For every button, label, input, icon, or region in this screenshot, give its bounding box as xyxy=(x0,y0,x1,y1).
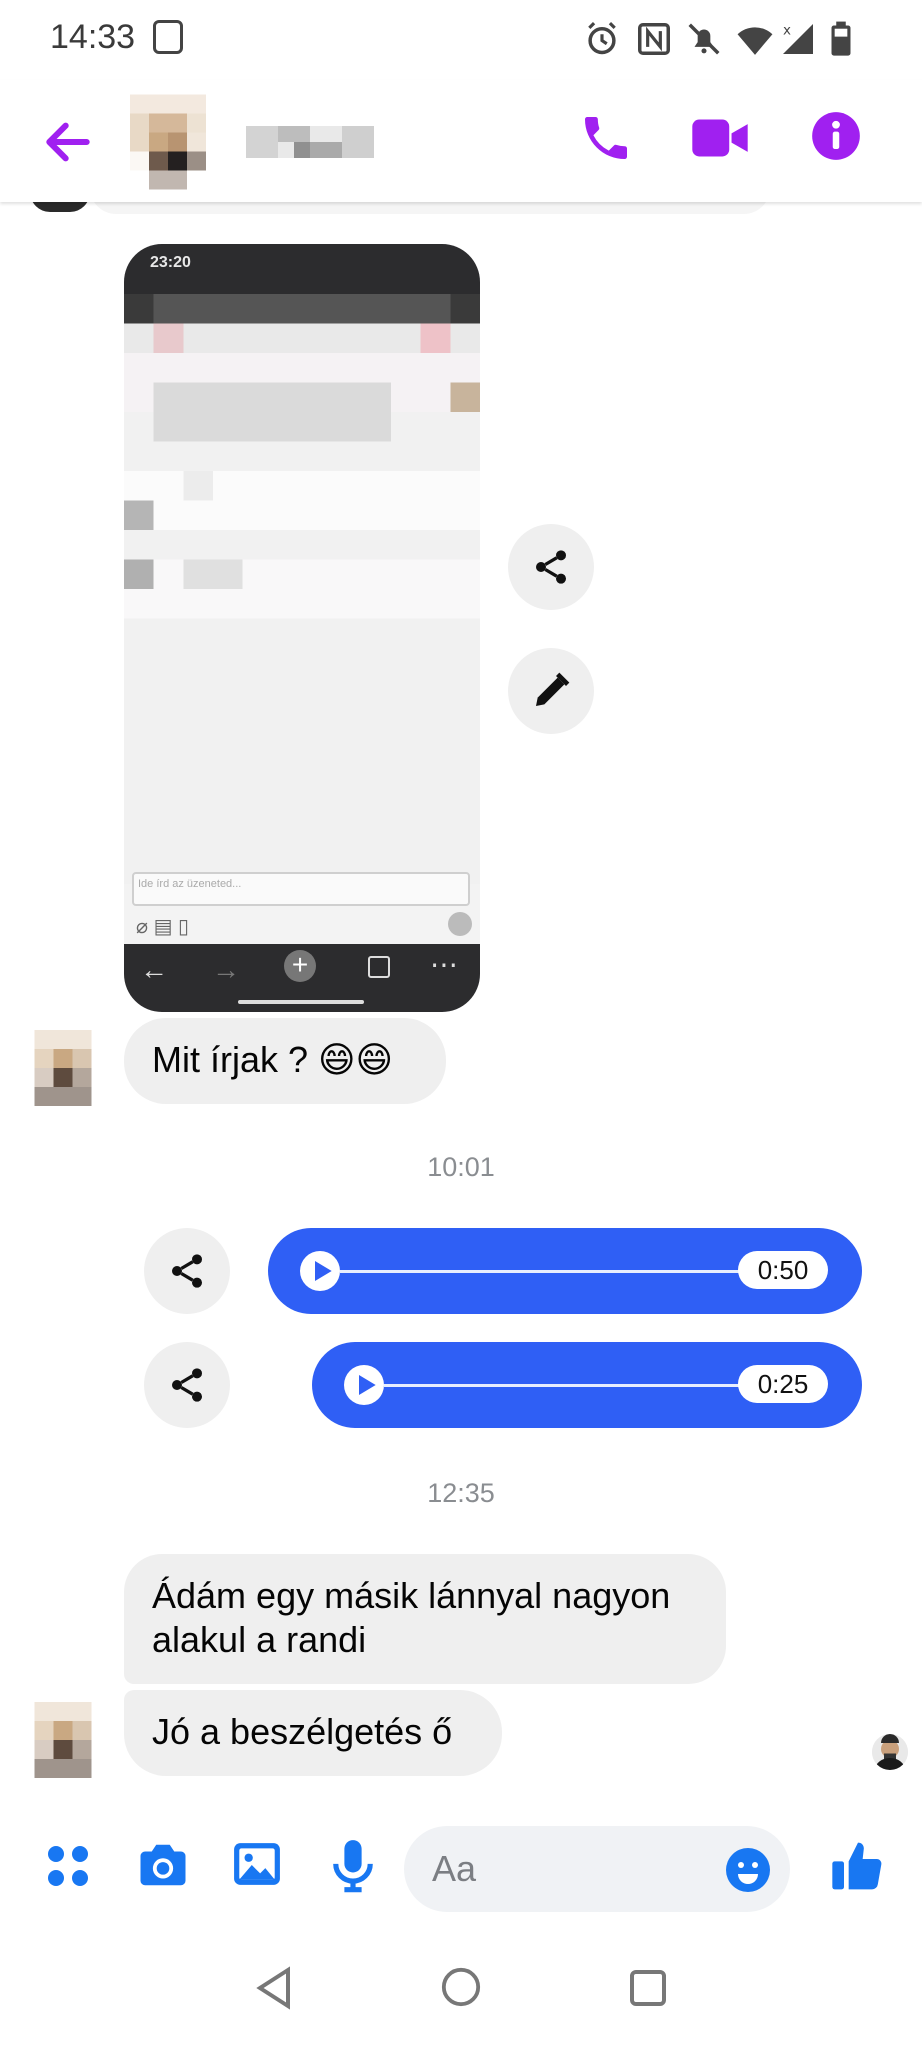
nav-back-icon[interactable] xyxy=(254,1966,294,2010)
contact-name xyxy=(244,126,376,158)
message-bubble[interactable]: Mit írjak ? 😄😄 xyxy=(124,1018,446,1104)
apps-icon[interactable] xyxy=(44,1842,92,1890)
screenshot-browser-nav: ← → + ⋯ xyxy=(124,944,480,1012)
video-camera-icon[interactable] xyxy=(690,112,750,164)
play-button[interactable] xyxy=(300,1251,340,1291)
contact-avatar[interactable] xyxy=(28,1702,98,1778)
screenshot-more-icon: ⋯ xyxy=(430,949,458,980)
notification-icon xyxy=(153,20,183,54)
info-icon[interactable] xyxy=(810,110,862,162)
svg-text:x: x xyxy=(783,23,791,39)
screenshot-tabs-icon xyxy=(368,956,390,978)
pencil-icon xyxy=(536,672,570,706)
audio-progress-track[interactable] xyxy=(340,1270,740,1273)
screenshot-send-icon xyxy=(448,912,472,936)
message-bubble[interactable]: Ádám egy másik lánnyal nagyon alakul a r… xyxy=(124,1554,726,1684)
wifi-icon xyxy=(737,27,773,55)
nav-recents-icon[interactable] xyxy=(628,1968,668,2008)
timestamp: 12:35 xyxy=(427,1478,495,1508)
emoji-icon[interactable] xyxy=(724,1846,772,1894)
timestamp: 10:01 xyxy=(427,1152,495,1182)
share-audio-button[interactable] xyxy=(144,1228,230,1314)
alarm-icon xyxy=(588,22,616,55)
share-icon xyxy=(172,1368,202,1402)
play-button[interactable] xyxy=(344,1365,384,1405)
conversation-header xyxy=(0,80,922,202)
audio-duration: 0:25 xyxy=(738,1365,828,1403)
nav-home-icon[interactable] xyxy=(440,1966,482,2008)
mute-bell-icon xyxy=(688,23,720,55)
previous-message-edge xyxy=(90,202,770,214)
audio-progress-track[interactable] xyxy=(384,1384,740,1387)
thumbs-up-icon[interactable] xyxy=(830,1838,886,1894)
share-audio-button[interactable] xyxy=(144,1342,230,1428)
play-icon xyxy=(359,1375,376,1395)
audio-duration: 0:50 xyxy=(738,1251,828,1289)
voice-message[interactable]: 0:50 xyxy=(268,1228,862,1314)
message-bubble[interactable]: Jó a beszélgetés ő xyxy=(124,1690,502,1776)
shared-screenshot-image[interactable]: 23:20 Ide írd az üzeneted... ⌀ ▤ ▯ ← → +… xyxy=(124,244,480,1012)
share-image-button[interactable] xyxy=(508,524,594,610)
gallery-icon[interactable] xyxy=(232,1840,282,1888)
screenshot-forward-icon: → xyxy=(212,954,240,985)
screenshot-home-indicator xyxy=(238,1000,364,1004)
message-list[interactable]: 23:20 Ide írd az üzeneted... ⌀ ▤ ▯ ← → +… xyxy=(0,202,922,1820)
screenshot-back-icon: ← xyxy=(140,954,168,985)
edit-image-button[interactable] xyxy=(508,648,594,734)
android-navigation-bar xyxy=(0,1930,922,2048)
message-composer: Aa xyxy=(0,1820,922,1930)
back-arrow-icon[interactable] xyxy=(40,114,96,170)
status-bar: 14:33 x xyxy=(0,0,922,80)
screenshot-input: Ide írd az üzeneted... xyxy=(132,872,470,906)
voice-message[interactable]: 0:25 xyxy=(312,1342,862,1428)
status-time: 14:33 xyxy=(50,18,136,56)
read-receipt-avatar xyxy=(872,1734,908,1770)
microphone-icon[interactable] xyxy=(330,1838,376,1894)
play-icon xyxy=(315,1261,332,1281)
screenshot-attach-icons: ⌀ ▤ ▯ xyxy=(136,916,190,938)
battery-icon xyxy=(831,21,851,56)
contact-avatar[interactable] xyxy=(28,1030,98,1106)
share-icon xyxy=(536,550,566,584)
screenshot-new-tab-icon: + xyxy=(284,950,316,982)
nfc-icon xyxy=(638,23,670,55)
screenshot-time: 23:20 xyxy=(150,254,191,271)
signal-icon: x xyxy=(783,23,813,54)
camera-icon[interactable] xyxy=(136,1840,190,1890)
screenshot-pixelated-content xyxy=(124,294,480,884)
previous-avatar-edge xyxy=(30,202,90,212)
phone-icon[interactable] xyxy=(578,110,634,166)
share-icon xyxy=(172,1254,202,1288)
contact-avatar[interactable] xyxy=(130,94,206,190)
